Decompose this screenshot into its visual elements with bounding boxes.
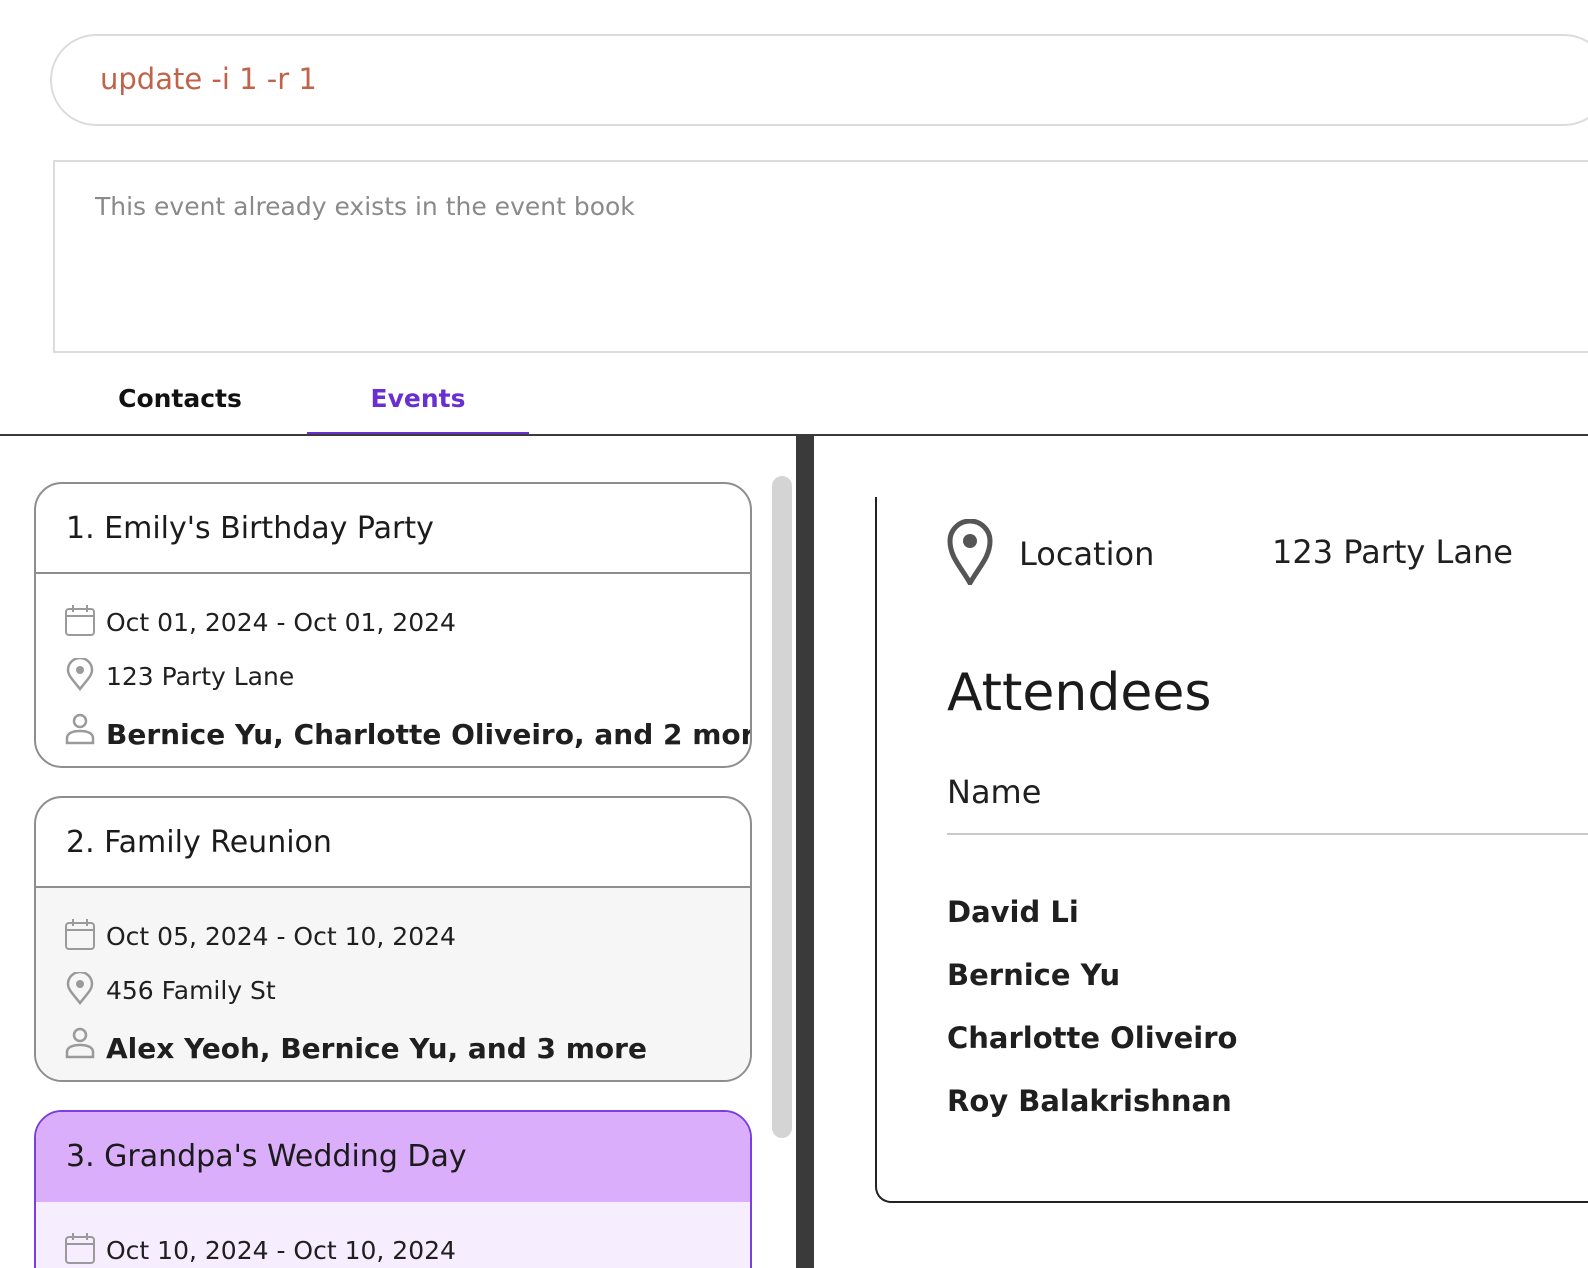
event-card-selected[interactable]: 3. Grandpa's Wedding Day Oct 10, 2024 - …: [34, 1110, 752, 1268]
event-title: 3. Grandpa's Wedding Day: [36, 1112, 750, 1202]
event-card[interactable]: 2. Family Reunion Oct 05, 2024 - Oct 10,…: [34, 796, 752, 1082]
person-icon: [65, 1027, 95, 1059]
event-attendees: Alex Yeoh, Bernice Yu, and 3 more: [106, 1032, 647, 1065]
event-list: 1. Emily's Birthday Party Oct 01, 2024 -…: [0, 436, 796, 1268]
header-divider: [947, 833, 1588, 835]
attendee-row[interactable]: Bernice Yu: [947, 958, 1120, 992]
event-location: 456 Family St: [106, 976, 276, 1005]
event-attendees: Bernice Yu, Charlotte Oliveiro, and 2 mo…: [106, 718, 752, 751]
attendee-row[interactable]: David Li: [947, 895, 1079, 929]
event-date: Oct 01, 2024 - Oct 01, 2024: [106, 608, 456, 637]
result-display: This event already exists in the event b…: [53, 160, 1588, 353]
location-pin-icon: [66, 972, 94, 1006]
name-column-header: Name: [947, 773, 1042, 811]
event-title: 2. Family Reunion: [36, 798, 750, 888]
person-icon: [65, 713, 95, 745]
event-date: Oct 05, 2024 - Oct 10, 2024: [106, 922, 456, 951]
location-value: 123 Party Lane: [1272, 533, 1513, 571]
location-pin-icon: [66, 658, 94, 692]
result-message: This event already exists in the event b…: [95, 192, 635, 221]
split-pane-divider[interactable]: [796, 436, 814, 1268]
event-list-scrollbar[interactable]: [772, 476, 792, 1138]
event-card[interactable]: 1. Emily's Birthday Party Oct 01, 2024 -…: [34, 482, 752, 768]
calendar-icon: [65, 605, 95, 636]
command-input[interactable]: update -i 1 -r 1: [50, 34, 1588, 126]
event-title: 1. Emily's Birthday Party: [36, 484, 750, 574]
location-label: Location: [1019, 535, 1155, 573]
tab-contacts[interactable]: Contacts: [80, 380, 280, 436]
event-detail-panel: Location 123 Party Lane Attendees Name D…: [875, 497, 1588, 1203]
command-text: update -i 1 -r 1: [100, 62, 317, 96]
attendee-row[interactable]: Charlotte Oliveiro: [947, 1021, 1237, 1055]
attendees-heading: Attendees: [947, 663, 1212, 723]
event-location: 123 Party Lane: [106, 662, 295, 691]
calendar-icon: [65, 1233, 95, 1264]
location-pin-icon: [947, 519, 993, 585]
tab-events[interactable]: Events: [307, 380, 529, 436]
event-date: Oct 10, 2024 - Oct 10, 2024: [106, 1236, 456, 1265]
attendee-row[interactable]: Roy Balakrishnan: [947, 1084, 1232, 1118]
calendar-icon: [65, 919, 95, 950]
